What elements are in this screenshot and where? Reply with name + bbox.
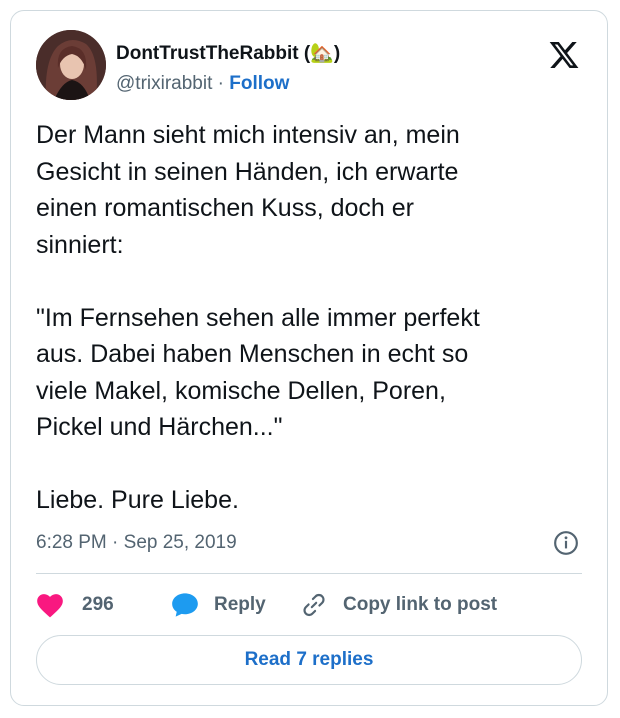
reply-label: Reply <box>214 594 266 615</box>
like-count: 296 <box>82 594 114 615</box>
link-icon <box>303 593 325 617</box>
divider <box>36 573 582 574</box>
like-button[interactable]: 296 <box>36 587 114 623</box>
read-replies-button[interactable]: Read 7 replies <box>36 635 582 685</box>
tweet-text: Der Mann sieht mich intensiv an, mein Ge… <box>36 121 480 514</box>
separator-dot: · <box>217 73 224 94</box>
follow-button[interactable]: Follow <box>229 73 289 94</box>
tweet-card: DontTrustTheRabbit (🏡) @trixirabbit · Fo… <box>10 10 608 706</box>
x-logo-icon[interactable] <box>548 39 580 71</box>
reply-button[interactable]: Reply <box>171 587 266 623</box>
heart-icon <box>37 594 63 618</box>
avatar[interactable] <box>36 30 106 100</box>
reply-bubble-icon <box>172 593 198 617</box>
author-name[interactable]: DontTrustTheRabbit (🏡) <box>116 41 340 65</box>
read-replies-label: Read 7 replies <box>244 649 374 670</box>
copy-link-label: Copy link to post <box>343 594 498 615</box>
info-icon[interactable] <box>553 530 579 556</box>
tweet-timestamp[interactable]: 6:28 PM · Sep 25, 2019 <box>36 532 237 554</box>
tweet-header: DontTrustTheRabbit (🏡) @trixirabbit · Fo… <box>36 30 582 100</box>
copy-link-button[interactable]: Copy link to post <box>301 587 497 623</box>
action-bar: 296 Reply Copy link to post <box>36 587 582 623</box>
handle-row: @trixirabbit · Follow <box>116 73 289 95</box>
author-handle[interactable]: @trixirabbit <box>116 73 212 94</box>
